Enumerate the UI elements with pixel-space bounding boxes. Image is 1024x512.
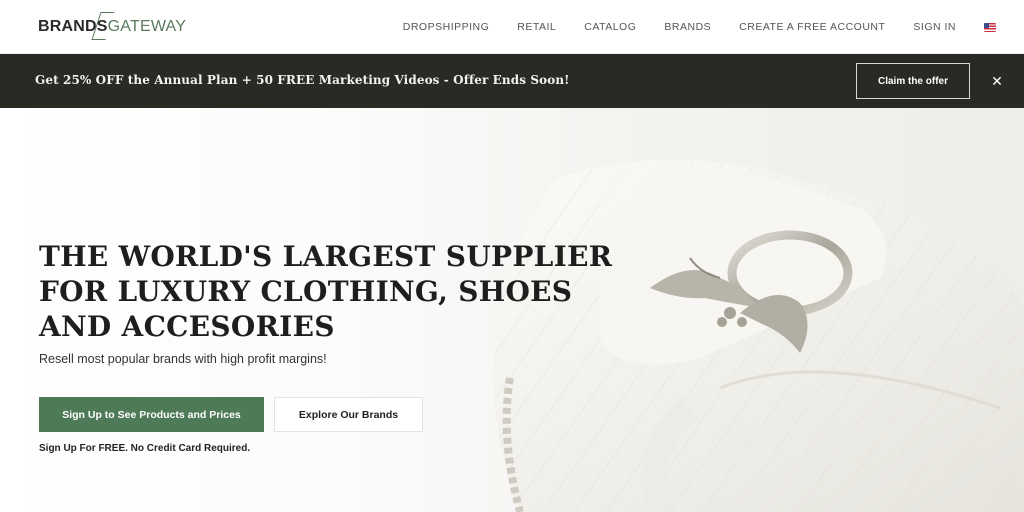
- hero-section: THE WORLD'S LARGEST SUPPLIER FOR LUXURY …: [0, 108, 1024, 512]
- nav-brands[interactable]: BRANDS: [664, 21, 711, 33]
- headline-line-3: AND ACCESORIES: [39, 310, 335, 343]
- us-flag-icon[interactable]: [984, 22, 996, 32]
- claim-offer-button[interactable]: Claim the offer: [856, 63, 970, 99]
- main-nav: DROPSHIPPING RETAIL CATALOG BRANDS CREAT…: [375, 0, 996, 54]
- headline-line-1: THE WORLD'S LARGEST SUPPLIER: [39, 240, 613, 273]
- logo-text-gateway: GATEWAY: [107, 18, 187, 35]
- signup-button[interactable]: Sign Up to See Products and Prices: [39, 397, 264, 432]
- nav-catalog[interactable]: CATALOG: [584, 21, 636, 33]
- nav-sign-in[interactable]: SIGN IN: [913, 21, 956, 33]
- hero-headline: THE WORLD'S LARGEST SUPPLIER FOR LUXURY …: [39, 239, 613, 344]
- signup-note: Sign Up For FREE. No Credit Card Require…: [39, 443, 251, 454]
- promo-text: Get 25% OFF the Annual Plan + 50 FREE Ma…: [35, 73, 570, 87]
- headline-line-2: FOR LUXURY CLOTHING, SHOES: [39, 275, 573, 308]
- nav-create-account[interactable]: CREATE A FREE ACCOUNT: [739, 21, 885, 33]
- promo-banner: Get 25% OFF the Annual Plan + 50 FREE Ma…: [0, 54, 1024, 108]
- close-icon[interactable]: ✕: [988, 72, 1006, 90]
- nav-retail[interactable]: RETAIL: [517, 21, 556, 33]
- hero-subline: Resell most popular brands with high pro…: [39, 352, 327, 366]
- site-header: BRANDS GATEWAY DROPSHIPPING RETAIL CATALO…: [0, 0, 1024, 54]
- explore-brands-button[interactable]: Explore Our Brands: [274, 397, 423, 432]
- nav-dropshipping[interactable]: DROPSHIPPING: [403, 21, 490, 33]
